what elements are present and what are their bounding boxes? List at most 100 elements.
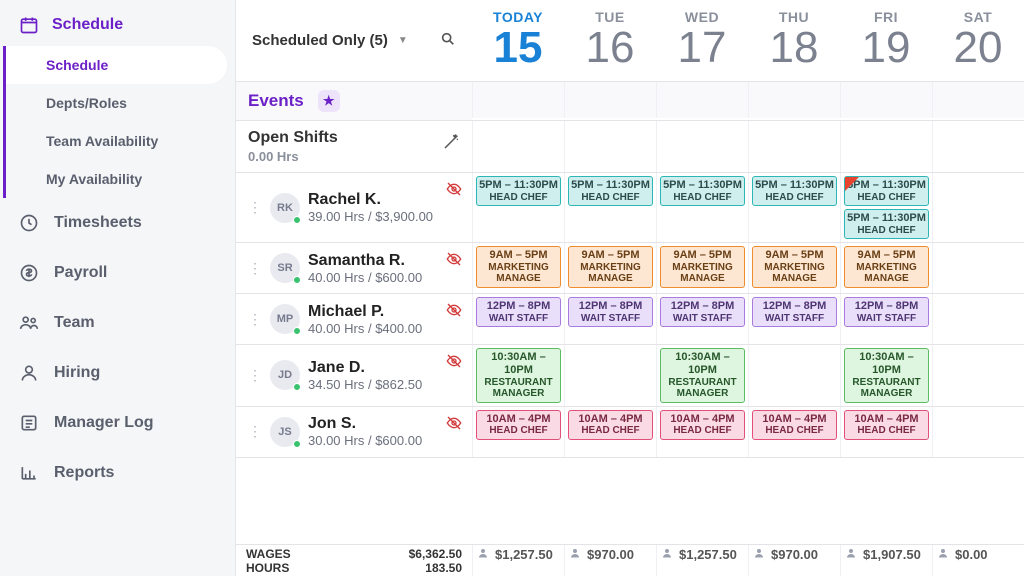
hidden-icon[interactable] bbox=[446, 181, 462, 200]
shift-block[interactable]: 12PM – 8PMWAIT STAFF bbox=[660, 297, 745, 327]
day-header[interactable]: FRI19 bbox=[840, 5, 932, 75]
schedule-cell[interactable]: 5PM – 11:30PMHEAD CHEF bbox=[472, 173, 564, 242]
magic-wand-icon[interactable] bbox=[442, 133, 460, 156]
shift-block[interactable]: 10AM – 4PMHEAD CHEF bbox=[568, 410, 653, 440]
schedule-cell[interactable] bbox=[748, 345, 840, 405]
avatar[interactable]: RK bbox=[270, 193, 300, 223]
schedule-cell[interactable] bbox=[932, 294, 1024, 344]
warning-flag-icon bbox=[845, 177, 859, 191]
calendar-icon bbox=[18, 14, 40, 36]
avatar[interactable]: MP bbox=[270, 304, 300, 334]
shift-block[interactable]: 9AM – 5PMMARKETING MANAGE bbox=[752, 246, 837, 288]
day-header[interactable]: THU18 bbox=[748, 5, 840, 75]
schedule-cell[interactable]: 9AM – 5PMMARKETING MANAGE bbox=[748, 243, 840, 293]
nav-schedule-parent[interactable]: Schedule bbox=[0, 4, 235, 46]
schedule-cell[interactable]: 9AM – 5PMMARKETING MANAGE bbox=[472, 243, 564, 293]
schedule-cell[interactable] bbox=[932, 173, 1024, 242]
schedule-cell[interactable]: 10AM – 4PMHEAD CHEF bbox=[748, 407, 840, 457]
schedule-cell[interactable] bbox=[932, 345, 1024, 405]
nav-manager-log[interactable]: Manager Log bbox=[0, 398, 235, 448]
shift-block[interactable]: 10AM – 4PMHEAD CHEF bbox=[844, 410, 929, 440]
shift-block[interactable]: 9AM – 5PMMARKETING MANAGE bbox=[660, 246, 745, 288]
subnav-team-availability[interactable]: Team Availability bbox=[6, 122, 235, 160]
shift-block[interactable]: 10:30AM – 10PMRESTAURANT MANAGER bbox=[660, 348, 745, 402]
drag-handle-icon[interactable]: ⋮ bbox=[248, 423, 262, 440]
schedule-cell[interactable]: 12PM – 8PMWAIT STAFF bbox=[656, 294, 748, 344]
shift-block[interactable]: 12PM – 8PMWAIT STAFF bbox=[568, 297, 653, 327]
shift-block[interactable]: 5PM – 11:30PMHEAD CHEF bbox=[844, 209, 929, 239]
footer-day-total: $970.00 bbox=[748, 545, 840, 576]
drag-handle-icon[interactable]: ⋮ bbox=[248, 367, 262, 384]
shift-block[interactable]: 12PM – 8PMWAIT STAFF bbox=[476, 297, 561, 327]
shift-block[interactable]: 5PM – 11:30PMHEAD CHEF bbox=[752, 176, 837, 206]
avatar[interactable]: JD bbox=[270, 360, 300, 390]
shift-block[interactable]: 9AM – 5PMMARKETING MANAGE bbox=[568, 246, 653, 288]
schedule-cell[interactable]: 12PM – 8PMWAIT STAFF bbox=[748, 294, 840, 344]
schedule-cell[interactable]: 5PM – 11:30PMHEAD CHEF5PM – 11:30PMHEAD … bbox=[840, 173, 932, 242]
hidden-icon[interactable] bbox=[446, 353, 462, 372]
shift-block[interactable]: 9AM – 5PMMARKETING MANAGE bbox=[844, 246, 929, 288]
schedule-cell[interactable]: 10:30AM – 10PMRESTAURANT MANAGER bbox=[656, 345, 748, 405]
schedule-cell[interactable]: 9AM – 5PMMARKETING MANAGE bbox=[564, 243, 656, 293]
shift-block[interactable]: 5PM – 11:30PMHEAD CHEF bbox=[568, 176, 653, 206]
schedule-cell[interactable] bbox=[932, 407, 1024, 457]
main-content: Scheduled Only (5) ▼ TODAY15TUE16WED17TH… bbox=[236, 0, 1024, 576]
nav-timesheets[interactable]: Timesheets bbox=[0, 198, 235, 248]
hidden-icon[interactable] bbox=[446, 415, 462, 434]
schedule-cell[interactable]: 10AM – 4PMHEAD CHEF bbox=[564, 407, 656, 457]
shift-block[interactable]: 10AM – 4PMHEAD CHEF bbox=[660, 410, 745, 440]
chart-icon bbox=[18, 462, 40, 484]
shift-block[interactable]: 10:30AM – 10PMRESTAURANT MANAGER bbox=[476, 348, 561, 402]
schedule-cell[interactable]: 12PM – 8PMWAIT STAFF bbox=[840, 294, 932, 344]
day-header[interactable]: WED17 bbox=[656, 5, 748, 75]
schedule-cell[interactable] bbox=[932, 243, 1024, 293]
shift-block[interactable]: 5PM – 11:30PMHEAD CHEF bbox=[476, 176, 561, 206]
shift-block[interactable]: 9AM – 5PMMARKETING MANAGE bbox=[476, 246, 561, 288]
avatar[interactable]: SR bbox=[270, 253, 300, 283]
footer-totals: WAGES$6,362.50 HOURS183.50 $1,257.50$970… bbox=[236, 544, 1024, 576]
drag-handle-icon[interactable]: ⋮ bbox=[248, 311, 262, 328]
subnav-depts-roles[interactable]: Depts/Roles bbox=[6, 84, 235, 122]
schedule-cell[interactable]: 10:30AM – 10PMRESTAURANT MANAGER bbox=[472, 345, 564, 405]
nav-hiring[interactable]: Hiring bbox=[0, 348, 235, 398]
schedule-cell[interactable]: 5PM – 11:30PMHEAD CHEF bbox=[564, 173, 656, 242]
day-header[interactable]: TUE16 bbox=[564, 5, 656, 75]
shift-block[interactable]: 10AM – 4PMHEAD CHEF bbox=[476, 410, 561, 440]
shift-block[interactable]: 12PM – 8PMWAIT STAFF bbox=[844, 297, 929, 327]
drag-handle-icon[interactable]: ⋮ bbox=[248, 199, 262, 216]
shift-block[interactable]: 12PM – 8PMWAIT STAFF bbox=[752, 297, 837, 327]
drag-handle-icon[interactable]: ⋮ bbox=[248, 260, 262, 277]
person-meta: 30.00 Hrs / $600.00 bbox=[308, 433, 422, 448]
schedule-cell[interactable]: 10:30AM – 10PMRESTAURANT MANAGER bbox=[840, 345, 932, 405]
shift-block[interactable]: 5PM – 11:30PMHEAD CHEF bbox=[660, 176, 745, 206]
events-label: Events bbox=[248, 91, 304, 111]
schedule-cell[interactable] bbox=[564, 345, 656, 405]
person-name: Jon S. bbox=[308, 415, 422, 433]
hidden-icon[interactable] bbox=[446, 251, 462, 270]
hidden-icon[interactable] bbox=[446, 302, 462, 321]
schedule-cell[interactable]: 10AM – 4PMHEAD CHEF bbox=[472, 407, 564, 457]
star-icon[interactable]: ★ bbox=[318, 90, 340, 112]
nav-payroll[interactable]: Payroll bbox=[0, 248, 235, 298]
schedule-cell[interactable]: 12PM – 8PMWAIT STAFF bbox=[564, 294, 656, 344]
nav-reports[interactable]: Reports bbox=[0, 448, 235, 498]
subnav-my-availability[interactable]: My Availability bbox=[6, 160, 235, 198]
schedule-cell[interactable]: 5PM – 11:30PMHEAD CHEF bbox=[748, 173, 840, 242]
filter-dropdown[interactable]: Scheduled Only (5) ▼ bbox=[236, 31, 472, 51]
schedule-cell[interactable]: 9AM – 5PMMARKETING MANAGE bbox=[840, 243, 932, 293]
person-meta: 39.00 Hrs / $3,900.00 bbox=[308, 209, 433, 224]
shift-block[interactable]: 10:30AM – 10PMRESTAURANT MANAGER bbox=[844, 348, 929, 402]
shift-block[interactable]: 10AM – 4PMHEAD CHEF bbox=[752, 410, 837, 440]
schedule-cell[interactable]: 12PM – 8PMWAIT STAFF bbox=[472, 294, 564, 344]
schedule-cell[interactable]: 10AM – 4PMHEAD CHEF bbox=[656, 407, 748, 457]
subnav-schedule[interactable]: Schedule bbox=[6, 46, 227, 84]
avatar[interactable]: JS bbox=[270, 417, 300, 447]
day-header[interactable]: SAT20 bbox=[932, 5, 1024, 75]
schedule-cell[interactable]: 10AM – 4PMHEAD CHEF bbox=[840, 407, 932, 457]
day-header[interactable]: TODAY15 bbox=[472, 5, 564, 75]
search-icon[interactable] bbox=[440, 31, 456, 51]
schedule-cell[interactable]: 9AM – 5PMMARKETING MANAGE bbox=[656, 243, 748, 293]
nav-team[interactable]: Team bbox=[0, 298, 235, 348]
schedule-cell[interactable]: 5PM – 11:30PMHEAD CHEF bbox=[656, 173, 748, 242]
shift-block[interactable]: 5PM – 11:30PMHEAD CHEF bbox=[844, 176, 929, 206]
